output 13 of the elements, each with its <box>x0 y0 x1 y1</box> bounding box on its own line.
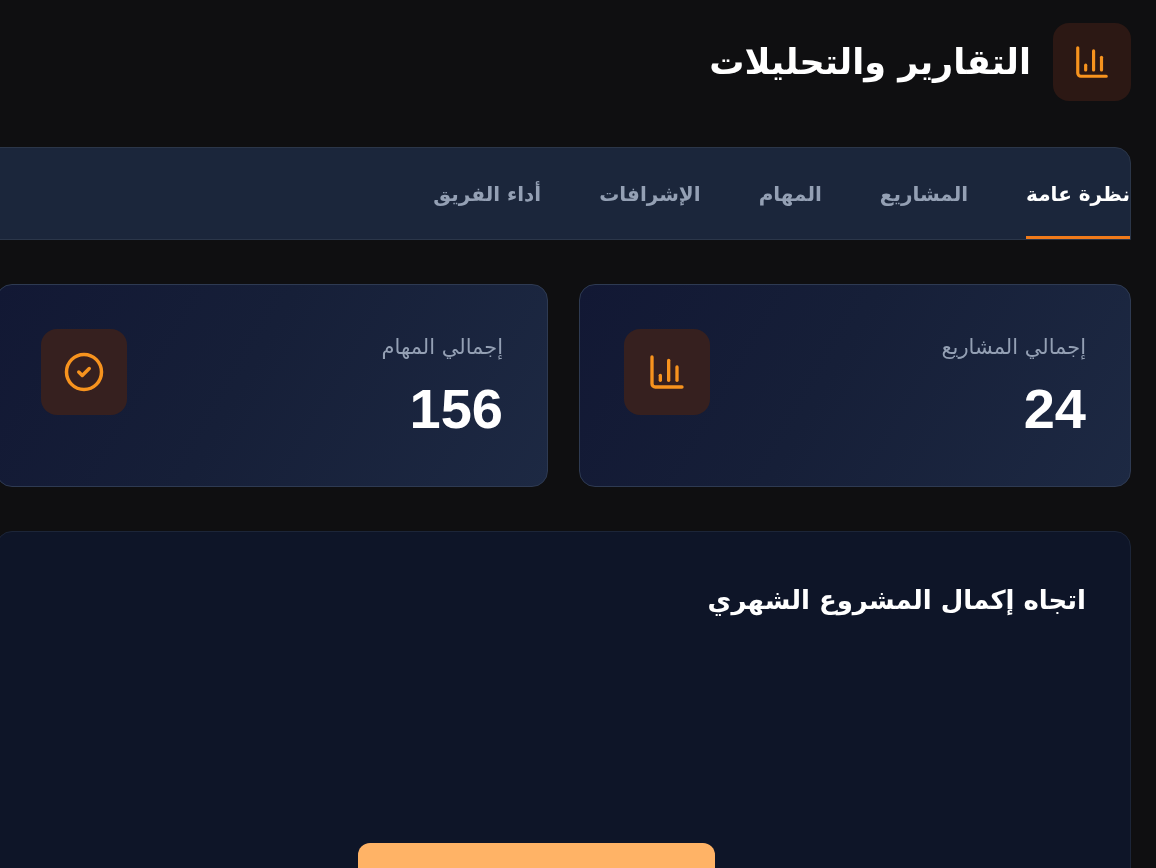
stat-value: 156 <box>408 381 503 437</box>
stat-value: 24 <box>1022 381 1086 437</box>
tab[interactable]: نظرة عامة <box>1026 148 1130 239</box>
tab[interactable]: المهام <box>758 148 822 239</box>
tab[interactable]: الإشرافات <box>599 148 701 239</box>
tab[interactable]: أداء الفريق <box>433 148 542 239</box>
tab[interactable]: المشاريع <box>879 148 969 239</box>
chart-title: اتجاه إكمال المشروع الشهري <box>707 585 1086 615</box>
page-title: التقارير والتحليلات <box>709 42 1031 82</box>
bar-chart-icon <box>624 329 710 415</box>
bar-chart-icon <box>1053 23 1131 101</box>
stat-label: إجمالي المهام <box>381 335 503 359</box>
stat-label: إجمالي المشاريع <box>941 335 1086 359</box>
